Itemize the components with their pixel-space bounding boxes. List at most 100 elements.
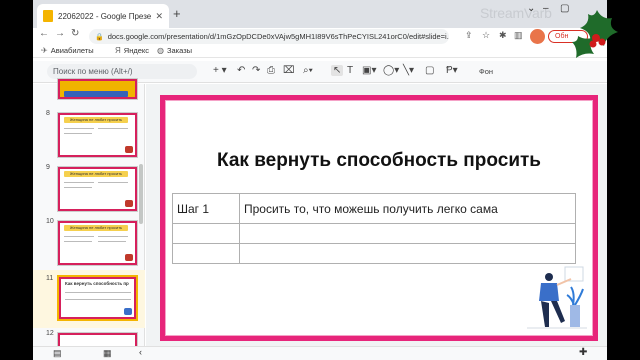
slide-thumb-11[interactable]: 11 Как вернуть способность просить xyxy=(33,270,145,328)
zoom-icon[interactable]: ⌕▾ xyxy=(303,65,313,76)
table-row xyxy=(172,223,576,244)
slide-thumb-7[interactable] xyxy=(33,78,145,104)
new-slide-icon[interactable]: + ▾ xyxy=(213,65,227,76)
slide-number: 8 xyxy=(46,110,50,117)
paint-format-icon[interactable]: ⌧ xyxy=(283,65,295,76)
shape-icon[interactable]: ◯▾ xyxy=(383,65,399,76)
thumb-title: Женщина не любит просить xyxy=(64,117,128,123)
redo-icon[interactable]: ↷ xyxy=(252,65,260,76)
thumb-title: Как вернуть способность просить xyxy=(65,281,129,286)
slide-number: 9 xyxy=(46,164,50,171)
slide-thumb-10[interactable]: 10 Женщина не любит просить xyxy=(33,218,145,270)
slide-number: 11 xyxy=(46,275,54,282)
slide-number: 12 xyxy=(46,330,54,337)
thumb-line xyxy=(65,299,131,300)
table-cell[interactable] xyxy=(239,223,576,244)
undo-icon[interactable]: ↶ xyxy=(237,65,245,76)
browser-window: 22062022 - Google Презентации ✕ + Stream… xyxy=(33,0,607,360)
current-slide[interactable]: Как вернуть способность просить Шаг 1 Пр… xyxy=(160,95,598,341)
filmstrip: 8 Женщина не любит просить 9 Женщина не … xyxy=(33,78,145,352)
chevron-down-icon[interactable]: ⌄ xyxy=(527,3,535,14)
bookmark-aviabilety[interactable]: ✈ Авиабилеты xyxy=(41,46,94,55)
minimize-icon[interactable]: – xyxy=(543,3,549,14)
thumb-line xyxy=(65,292,131,293)
forward-icon[interactable]: → xyxy=(55,28,65,39)
image-icon[interactable]: ▣▾ xyxy=(362,65,376,76)
globe-icon: ◍ xyxy=(157,46,164,55)
print-icon[interactable]: ⎙ xyxy=(267,65,275,76)
bookmark-label: Авиабилеты xyxy=(50,46,94,55)
thumb-line xyxy=(64,187,92,188)
back-icon[interactable]: ← xyxy=(39,28,49,39)
close-tab-icon[interactable]: ✕ xyxy=(155,11,163,22)
yandex-icon: Я xyxy=(115,46,121,55)
browser-tab[interactable]: 22062022 - Google Презентации ✕ xyxy=(37,4,169,28)
sidepanel-icon[interactable]: ▥ xyxy=(514,30,523,41)
avatar[interactable] xyxy=(530,29,545,44)
slide-title[interactable]: Как вернуть способность просить xyxy=(165,150,593,172)
slide-canvas: Как вернуть способность просить Шаг 1 Пр… xyxy=(146,84,607,346)
thumb-preview: Женщина не любит просить xyxy=(57,220,138,266)
text-style-icon[interactable]: Ᵽ▾ xyxy=(446,65,458,76)
bookmark-star-icon[interactable]: ☆ xyxy=(482,30,490,41)
filmstrip-view-icon[interactable]: ▤ xyxy=(53,348,62,359)
new-tab-icon[interactable]: + xyxy=(173,6,181,21)
table-cell[interactable] xyxy=(239,243,576,264)
thumb-line xyxy=(98,182,128,183)
bookmark-orders[interactable]: ◍ Заказы xyxy=(157,46,192,55)
lock-icon: 🔒 xyxy=(95,33,104,41)
bookmark-yandex[interactable]: Я Яндекс xyxy=(115,46,149,55)
line-icon[interactable]: ╲▾ xyxy=(403,65,414,76)
thumb-flower-icon xyxy=(125,200,133,207)
thumb-line xyxy=(64,236,94,237)
table-cell[interactable]: Просить то, что можешь получить легко са… xyxy=(239,193,576,224)
reload-icon[interactable]: ↻ xyxy=(71,28,79,39)
grid-view-icon[interactable]: ▦ xyxy=(103,348,112,359)
slides-favicon-icon xyxy=(43,10,53,22)
plane-icon: ✈ xyxy=(41,46,48,55)
bookmark-label: Яндекс xyxy=(123,46,150,55)
slide-thumb-8[interactable]: 8 Женщина не любит просить xyxy=(33,110,145,162)
tab-title: 22062022 - Google Презентации xyxy=(58,11,152,21)
bookmarks-bar: ✈ Авиабилеты Я Яндекс ◍ Заказы xyxy=(33,45,607,58)
thumb-line xyxy=(98,241,126,242)
share-icon[interactable]: ⇪ xyxy=(465,30,473,41)
thumb-line xyxy=(64,182,94,183)
thumb-flower-icon xyxy=(125,254,133,261)
letterbox-left xyxy=(0,0,33,360)
thumb-preview: Как вернуть способность просить xyxy=(57,275,138,321)
thumb-preview: Женщина не любит просить xyxy=(57,166,138,212)
slide-thumb-9[interactable]: 9 Женщина не любит просить xyxy=(33,164,145,216)
table-row xyxy=(172,243,576,264)
thumb-line xyxy=(98,128,128,129)
thumb-preview xyxy=(57,78,138,100)
thumb-line xyxy=(98,236,128,237)
table-row: Шаг 1 Просить то, что можешь получить ле… xyxy=(172,193,576,224)
holly-decoration-icon xyxy=(572,10,618,58)
slide-table[interactable]: Шаг 1 Просить то, что можешь получить ле… xyxy=(172,193,576,264)
table-cell[interactable] xyxy=(172,223,240,244)
slide-number: 10 xyxy=(46,218,54,225)
view-switcher-bar: ▤ ▦ ‹ ✚ xyxy=(33,346,607,360)
filmstrip-scrollbar[interactable] xyxy=(139,164,143,224)
thumb-line xyxy=(64,241,92,242)
woman-plant-illustration[interactable] xyxy=(527,265,587,331)
tab-bar: 22062022 - Google Презентации ✕ + Stream… xyxy=(33,0,607,28)
explore-icon[interactable]: ✚ xyxy=(579,347,587,358)
text-box-icon[interactable]: T xyxy=(347,65,353,76)
comment-icon[interactable]: ▢ xyxy=(425,65,434,76)
address-bar[interactable]: 🔒 docs.google.com/presentation/d/1mGzOpD… xyxy=(89,29,449,44)
menu-search-input[interactable]: Поиск по меню (Alt+/) xyxy=(47,64,197,79)
url-text: docs.google.com/presentation/d/1mGzOpDCD… xyxy=(107,32,449,41)
select-cursor-icon[interactable]: ↖ xyxy=(331,65,344,76)
thumb-flower-icon xyxy=(125,146,133,153)
background-button[interactable]: Фон xyxy=(479,67,493,76)
thumb-title xyxy=(64,91,128,97)
stream-watermark: StreamVarb xyxy=(480,5,552,21)
table-cell[interactable]: Шаг 1 xyxy=(172,193,240,224)
extensions-icon[interactable]: ✱ xyxy=(499,30,507,41)
thumb-line xyxy=(64,128,94,129)
thumb-line xyxy=(64,133,92,134)
table-cell[interactable] xyxy=(172,243,240,264)
collapse-filmstrip-icon[interactable]: ‹ xyxy=(139,347,142,357)
